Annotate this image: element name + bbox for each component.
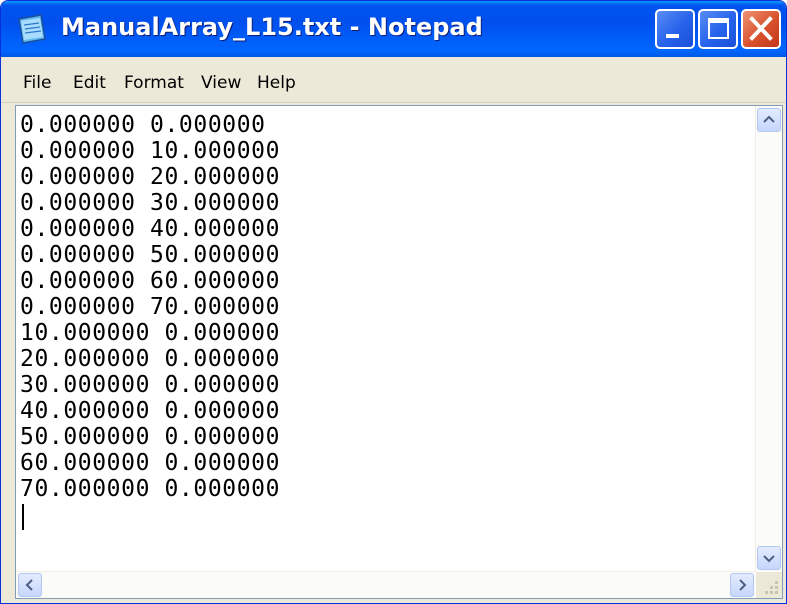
text-line: 70.000000 0.000000 — [20, 476, 281, 502]
text-caret — [22, 504, 24, 530]
resize-grip-icon — [765, 581, 778, 594]
text-line: 0.000000 70.000000 — [20, 294, 281, 320]
text-line: 0.000000 60.000000 — [20, 268, 281, 294]
window-title: ManualArray_L15.txt - Notepad — [61, 13, 483, 41]
menu-help[interactable]: Help — [257, 73, 296, 93]
minimize-button[interactable] — [655, 9, 695, 49]
scroll-up-button[interactable] — [757, 108, 781, 132]
text-line: 0.000000 50.000000 — [20, 242, 281, 268]
scroll-right-button[interactable] — [730, 573, 754, 597]
close-button[interactable] — [741, 9, 781, 49]
text-line: 0.000000 0.000000 — [20, 112, 266, 138]
notepad-icon — [18, 14, 46, 44]
text-line: 50.000000 0.000000 — [20, 424, 281, 450]
text-line: 60.000000 0.000000 — [20, 450, 281, 476]
size-grip[interactable] — [756, 572, 782, 598]
text-line: 0.000000 10.000000 — [20, 138, 281, 164]
text-line: 20.000000 0.000000 — [20, 346, 281, 372]
editor-frame: 0.000000 0.000000 0.000000 10.000000 0.0… — [15, 105, 783, 599]
menu-edit[interactable]: Edit — [73, 73, 106, 93]
horizontal-scrollbar[interactable] — [16, 571, 756, 598]
maximize-button[interactable] — [698, 9, 738, 49]
maximize-icon — [708, 18, 729, 39]
text-line: 40.000000 0.000000 — [20, 398, 281, 424]
menu-view[interactable]: View — [201, 73, 241, 93]
minimize-icon — [666, 34, 679, 38]
text-line: 0.000000 40.000000 — [20, 216, 281, 242]
scroll-down-button[interactable] — [757, 546, 781, 570]
arrow-down-icon — [763, 555, 775, 563]
scroll-left-button[interactable] — [18, 573, 42, 597]
title-bar[interactable]: ManualArray_L15.txt - Notepad — [1, 1, 786, 57]
vertical-scrollbar[interactable] — [755, 106, 782, 572]
notepad-window: ManualArray_L15.txt - Notepad File Edit … — [0, 0, 787, 604]
menu-bar: File Edit Format View Help — [1, 57, 786, 103]
menu-format[interactable]: Format — [124, 73, 184, 93]
text-line: 0.000000 30.000000 — [20, 190, 281, 216]
text-editor[interactable]: 0.000000 0.000000 0.000000 10.000000 0.0… — [20, 112, 756, 578]
menu-file[interactable]: File — [23, 73, 51, 93]
text-line: 0.000000 20.000000 — [20, 164, 281, 190]
arrow-up-icon — [763, 115, 775, 123]
arrow-left-icon — [25, 579, 33, 591]
close-icon — [749, 16, 773, 41]
text-line: 30.000000 0.000000 — [20, 372, 281, 398]
arrow-right-icon — [739, 579, 747, 591]
text-line: 10.000000 0.000000 — [20, 320, 281, 346]
